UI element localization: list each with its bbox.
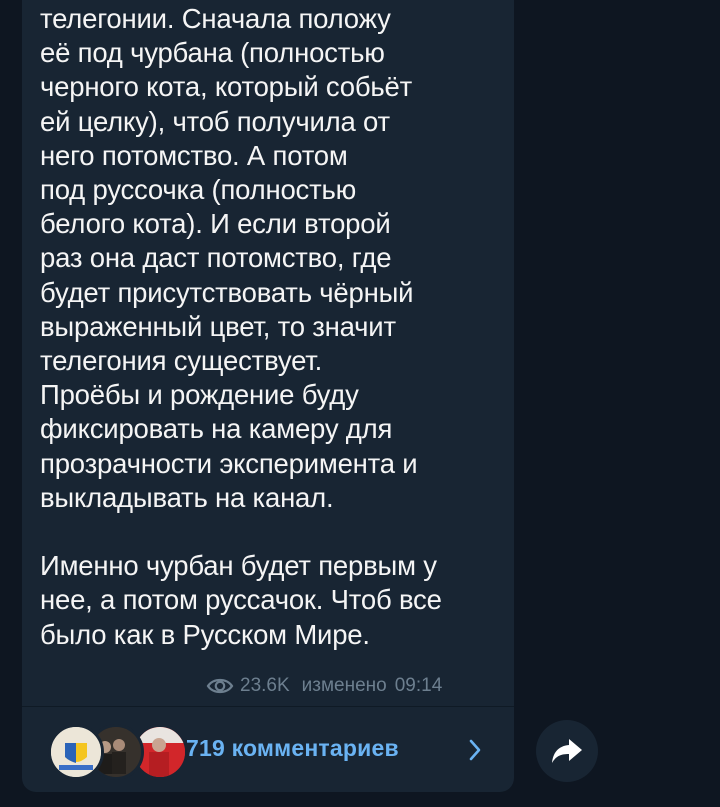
message-time: 09:14 (394, 675, 443, 696)
message-text: телегонии. Сначала положу её под чурбана… (40, 2, 510, 652)
message-line: было как в Русском Мире. (40, 618, 370, 650)
message-line: её под чурбана (полностью (40, 37, 385, 69)
message-line: фиксировать на камеру для (40, 413, 393, 445)
message-line: нее, а потом руссачок. Чтоб все (40, 584, 442, 616)
message-line: прозрачности эксперимента и (40, 447, 418, 479)
edited-label: изменено (301, 675, 387, 696)
message-line: белого кота). И если второй (40, 208, 391, 240)
commenter-avatars (48, 724, 198, 780)
message-line: Проёбы и рождение буду (40, 379, 359, 411)
message-line: раз она даст потомство, где (40, 242, 392, 274)
message-line: телегонии. Сначала положу (40, 3, 391, 34)
views-eye-icon (206, 678, 234, 694)
message-line: под руссочка (полностью (40, 174, 357, 206)
message-line: будет присутствовать чёрный (40, 276, 414, 308)
message-line: него потомство. А потом (40, 139, 348, 171)
message-line: телегония существует. (40, 345, 323, 377)
message-meta: 23.6K изменено 09:14 (206, 672, 442, 700)
views-count: 23.6K (240, 675, 290, 696)
message-line: ей целку), чтоб получила от (40, 105, 390, 137)
comments-count-label: 719 комментариев (186, 735, 399, 761)
message-line: выраженный цвет, то значит (40, 310, 396, 342)
message-line: Именно чурбан будет первым у (40, 550, 437, 582)
message-line: выкладывать на канал. (40, 481, 334, 513)
chevron-right-icon (469, 739, 481, 761)
message-line: черного кота, который собьёт (40, 71, 413, 103)
share-button[interactable] (536, 720, 598, 782)
user-avatar (48, 724, 104, 780)
comments-button[interactable]: 719 комментариев (22, 707, 514, 785)
share-arrow-icon (552, 739, 582, 763)
